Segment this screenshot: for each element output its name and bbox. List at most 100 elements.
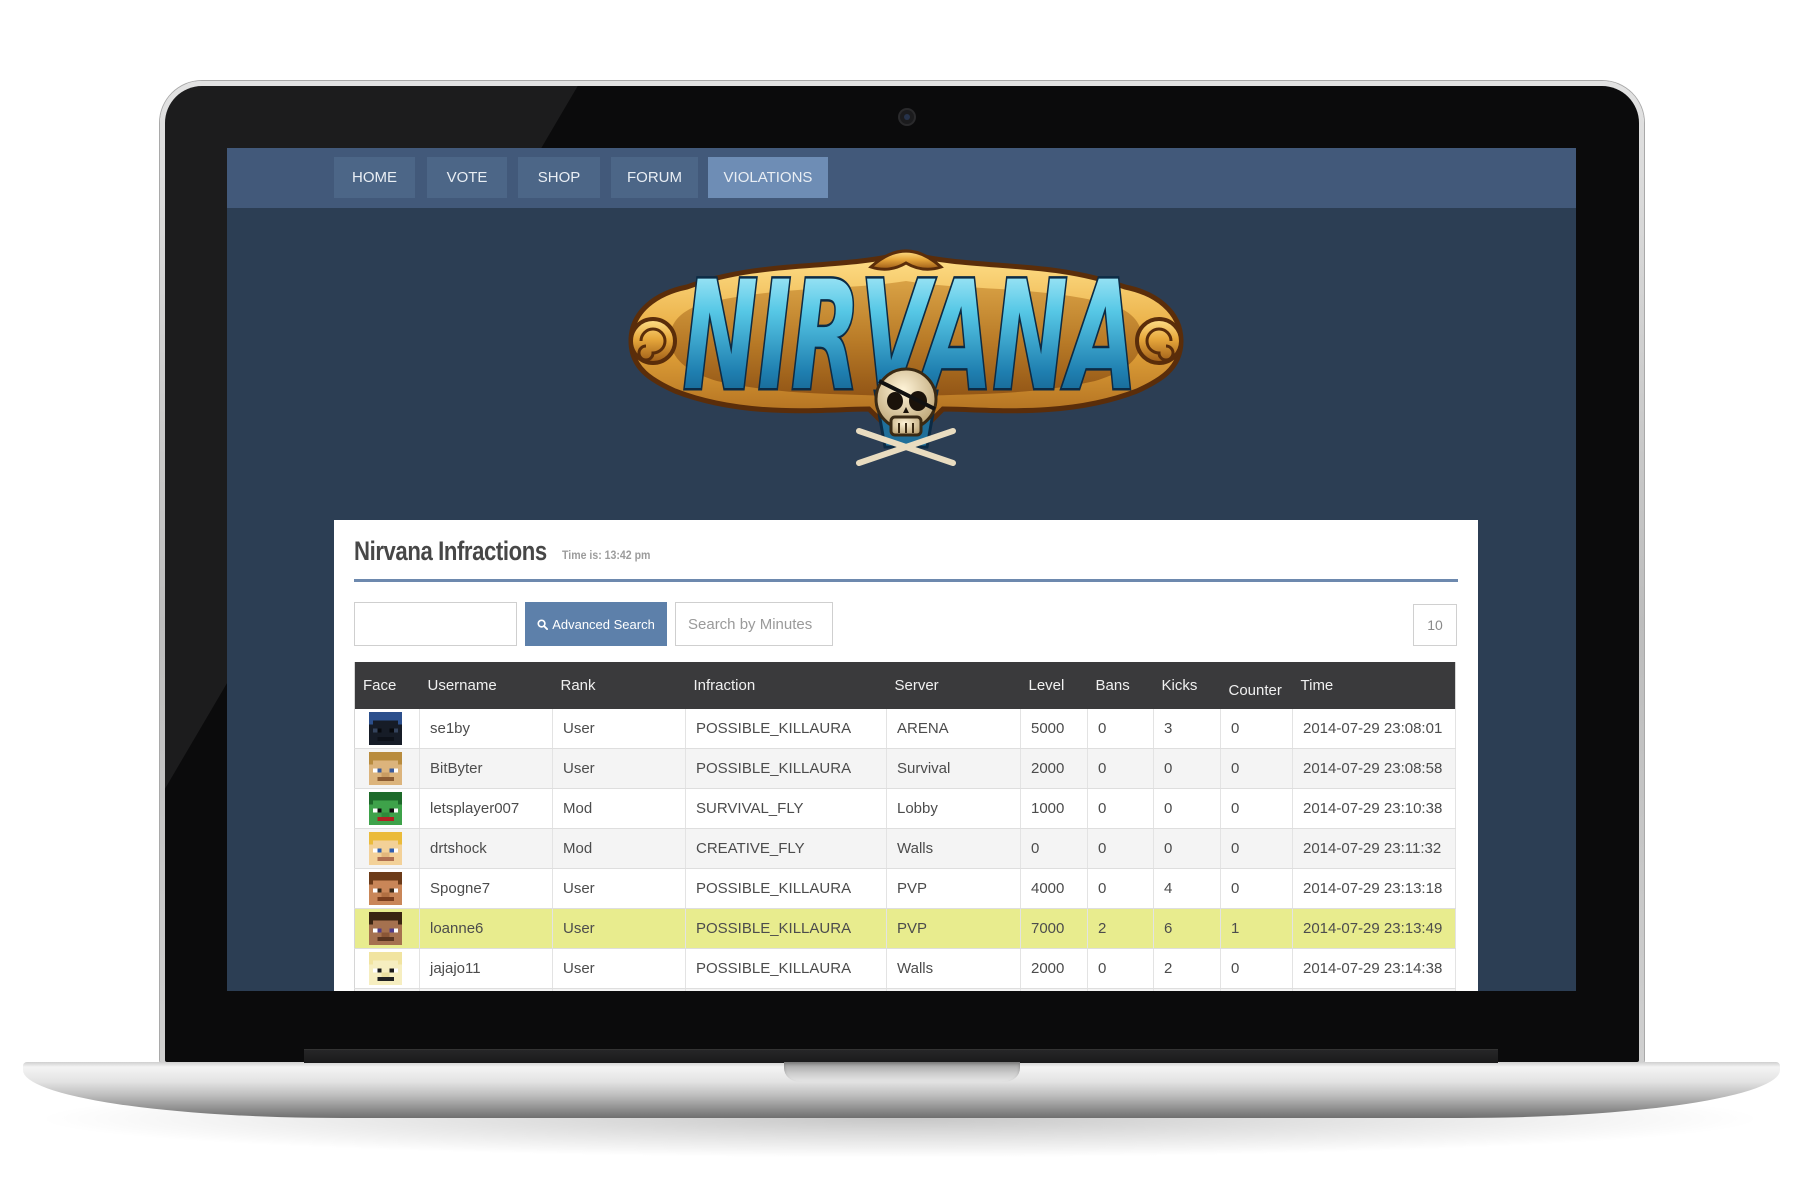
- cell-infraction: POSSIBLE_KILLAURA: [685, 868, 887, 909]
- column-header-bans[interactable]: Bans: [1087, 662, 1154, 709]
- cell-level: 5000: [1020, 709, 1088, 749]
- cell-time: 2014-07-29 23:10:38: [1292, 788, 1456, 829]
- nav-item-home[interactable]: HOME: [334, 157, 415, 198]
- cell-bans: 0: [1087, 748, 1154, 789]
- title-divider: [354, 579, 1458, 582]
- cell-bans: 0: [1087, 828, 1154, 869]
- cell-counter: 0: [1220, 988, 1293, 991]
- cell-infraction: CREATIVE_FLY: [685, 828, 887, 869]
- cell-bans: 0: [1087, 788, 1154, 829]
- cell-bans: 0: [1087, 709, 1154, 749]
- cell-infraction: SURVIVAL_FLY: [685, 788, 887, 829]
- search-icon: [537, 618, 549, 630]
- cell-level: 2000: [1020, 748, 1088, 789]
- username-search-input[interactable]: [354, 602, 517, 646]
- server-time: Time is: 13:42 pm: [562, 548, 651, 562]
- table-row: letsplayer007 Mod SURVIVAL_FLY Lobby 1000 0 0 0…: [354, 788, 1456, 829]
- cell-bans: 0: [1087, 948, 1154, 989]
- cell-rank: User: [552, 709, 686, 749]
- cell-level: 0: [1020, 828, 1088, 869]
- nav-item-forum[interactable]: FORUM: [611, 157, 698, 198]
- cell-face: [354, 868, 420, 909]
- cell-kicks: 0: [1153, 988, 1221, 991]
- cell-kicks: 0: [1153, 788, 1221, 829]
- column-header-infraction[interactable]: Infraction: [685, 662, 887, 709]
- cell-kicks: 0: [1153, 748, 1221, 789]
- spogne7-face-icon: [369, 872, 402, 905]
- laptop-hinge: [304, 1049, 1498, 1063]
- cell-counter: 0: [1220, 828, 1293, 869]
- table-row: loanne6 User POSSIBLE_KILLAURA PVP 7000 2 6 1 20…: [354, 908, 1456, 949]
- table-header-row: Face Username Rank Infraction Server Lev…: [354, 662, 1456, 709]
- nav-item-violations[interactable]: VIOLATIONS: [708, 157, 828, 198]
- laptop-lid-notch: [784, 1062, 1020, 1082]
- cell-counter: 0: [1220, 748, 1293, 789]
- table-row: se1by User POSSIBLE_KILLAURA ARENA 5000 0 3 0 20…: [354, 709, 1456, 749]
- bitbyter-face-icon: [369, 752, 402, 785]
- cell-rank: User: [552, 868, 686, 909]
- cell-username: se1by: [419, 709, 553, 749]
- infractions-table: Face Username Rank Infraction Server Lev…: [354, 662, 1456, 991]
- page-title: Nirvana Infractions: [354, 536, 547, 566]
- cell-rank: User: [552, 988, 686, 991]
- table-row: Spogne7 User POSSIBLE_KILLAURA PVP 4000 0 4 0 20…: [354, 868, 1456, 909]
- cell-server: Lobby: [886, 788, 1021, 829]
- infractions-panel: Nirvana Infractions Time is: 13:42 pm Ad…: [334, 520, 1478, 991]
- cell-kicks: 4: [1153, 868, 1221, 909]
- cell-counter: 1: [1220, 908, 1293, 949]
- column-header-counter[interactable]: Counter: [1220, 662, 1293, 709]
- cell-level: 1000: [1020, 788, 1088, 829]
- cell-level: 2000: [1020, 948, 1088, 989]
- cell-level: 4000: [1020, 868, 1088, 909]
- camera-icon: [900, 110, 914, 124]
- cell-infraction: POSSIBLE_KILLAURA: [685, 709, 887, 749]
- cell-infraction: POSSIBLE_KILLAURA: [685, 908, 887, 949]
- column-header-kicks[interactable]: Kicks: [1153, 662, 1221, 709]
- cell-kicks: 3: [1153, 709, 1221, 749]
- cell-infraction: POSSIBLE_KILLAURA: [685, 948, 887, 989]
- cell-face: [354, 988, 420, 991]
- cell-rank: User: [552, 908, 686, 949]
- cell-face: [354, 709, 420, 749]
- nav-item-vote[interactable]: VOTE: [427, 157, 507, 198]
- cell-time: 2014-07-29 23:08:01: [1292, 709, 1456, 749]
- cell-time: 2014-07-29 23:13:18: [1292, 868, 1456, 909]
- cell-time: 2014-07-29 23:13:49: [1292, 908, 1456, 949]
- cell-server: Walls: [886, 828, 1021, 869]
- cell-server: PVP: [886, 868, 1021, 909]
- cell-face: [354, 948, 420, 989]
- column-header-username[interactable]: Username: [419, 662, 553, 709]
- cell-server: PVP: [886, 908, 1021, 949]
- nav-item-shop[interactable]: SHOP: [518, 157, 600, 198]
- advanced-search-button[interactable]: Advanced Search: [525, 602, 667, 646]
- column-header-level[interactable]: Level: [1020, 662, 1088, 709]
- cell-rank: User: [552, 748, 686, 789]
- screen: HOME VOTE SHOP FORUM VIOLATIONS NIRVANA …: [227, 148, 1576, 991]
- cell-counter: 0: [1220, 709, 1293, 749]
- infractions-tbody: se1by User POSSIBLE_KILLAURA ARENA 5000 0 3 0 20…: [354, 709, 1456, 991]
- column-header-time[interactable]: Time: [1292, 662, 1456, 709]
- cell-username: drtshock: [419, 828, 553, 869]
- cell-server: Survival: [886, 748, 1021, 789]
- letsplayer007-face-icon: [369, 792, 402, 825]
- cell-counter: 0: [1220, 788, 1293, 829]
- cell-server: Walls: [886, 948, 1021, 989]
- jajajo11-face-icon: [369, 952, 402, 985]
- cell-username: [419, 988, 553, 991]
- cell-time: 2014-07-29 23:08:58: [1292, 748, 1456, 789]
- cell-bans: 0: [1087, 868, 1154, 909]
- cell-infraction: POSSIBLE_KILLAURA: [685, 748, 887, 789]
- cell-infraction: CREATIVE_FLY: [685, 988, 887, 991]
- table-row: UserCREATIVE_FLYLobby0000: [354, 988, 1456, 991]
- cell-face: [354, 828, 420, 869]
- drtshock-face-icon: [369, 832, 402, 865]
- se1by-face-icon: [369, 712, 402, 745]
- column-header-server[interactable]: Server: [886, 662, 1021, 709]
- cell-rank: User: [552, 948, 686, 989]
- page-size-select[interactable]: 10: [1413, 604, 1457, 646]
- cell-username: Spogne7: [419, 868, 553, 909]
- column-header-face[interactable]: Face: [354, 662, 420, 709]
- minutes-search-input[interactable]: [675, 602, 833, 646]
- column-header-rank[interactable]: Rank: [552, 662, 686, 709]
- cell-face: [354, 908, 420, 949]
